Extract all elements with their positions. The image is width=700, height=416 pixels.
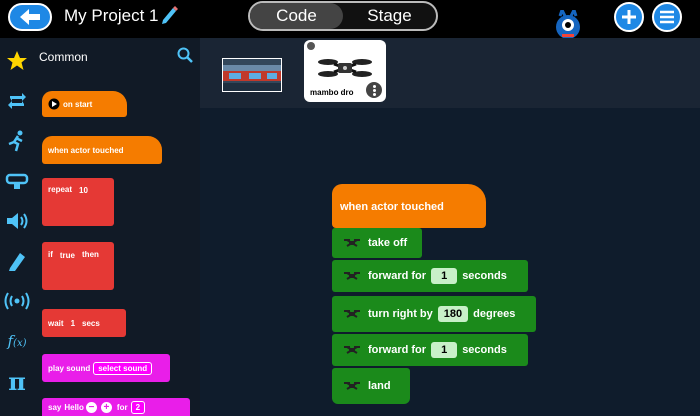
block-label: wait [48,318,64,328]
palette-header: Common [34,44,200,70]
play-icon [48,98,60,110]
turn-degrees-input[interactable]: 180 [437,306,469,322]
block-when-actor-touched[interactable]: when actor touched [42,136,162,164]
actor-card-drone[interactable]: mambo dro [304,40,386,102]
block-play-sound[interactable]: play sound select sound [42,354,170,382]
search-icon[interactable] [177,47,193,63]
block-land[interactable]: land [332,368,410,404]
drone-icon [344,346,360,354]
code-stage-switch: Code Stage [248,1,438,31]
actor-name: mambo dro [310,88,354,97]
category-strip: f(x) π [0,38,34,416]
drone-icon [344,239,360,247]
repeat-count[interactable]: 10 [75,185,92,196]
block-label: forward for [368,344,427,356]
menu-icon [660,10,674,24]
pen-icon [9,253,25,271]
block-label: land [368,380,391,392]
back-button[interactable] [8,3,52,31]
if-condition[interactable]: true [55,250,80,261]
star-icon [7,51,27,70]
block-label: for [116,402,128,412]
say-text[interactable]: Hello [64,403,84,412]
pencil-icon[interactable] [160,5,178,25]
drone-icon [344,272,360,280]
more-button[interactable] [366,82,382,98]
speaker-icon [7,213,28,229]
block-label: degrees [473,308,516,320]
category-math[interactable]: π [4,366,30,396]
background-thumbnail[interactable] [222,58,282,92]
tab-stage[interactable]: Stage [343,3,436,29]
block-repeat[interactable]: repeat 10 [42,178,114,226]
script-hat-when-actor-touched[interactable]: when actor touched [332,184,486,228]
say-duration[interactable]: 2 [130,400,146,414]
minus-icon[interactable]: − [85,401,97,413]
add-button[interactable] [614,2,644,32]
runner-icon [8,130,23,152]
category-events[interactable] [4,288,30,314]
block-say[interactable]: say Hello − + for 2 [42,398,190,416]
block-label: play sound [48,363,91,373]
background-image [223,59,281,91]
category-control[interactable] [4,88,30,114]
plus-icon [622,10,636,24]
top-bar: My Project 1 Code Stage [0,0,700,40]
block-label: when actor touched [48,145,124,155]
category-motion[interactable] [4,128,30,154]
drone-icon [344,310,360,318]
block-on-start[interactable]: on start [42,91,127,117]
category-functions[interactable]: f(x) [4,328,30,354]
project-title[interactable]: My Project 1 [64,5,158,27]
sound-select[interactable]: select sound [93,361,153,375]
drone-icon [344,382,360,390]
block-forward-for[interactable]: forward for 1 seconds [332,334,528,366]
loop-icon [8,93,26,109]
block-label: forward for [368,270,427,282]
mascot-icon[interactable] [552,10,584,40]
block-wait[interactable]: wait 1 secs [42,309,126,337]
category-sound[interactable] [4,208,30,234]
tab-code[interactable]: Code [250,3,343,29]
pi-icon: π [8,366,26,396]
category-looks[interactable] [4,168,30,194]
block-label: then [82,250,99,259]
block-label: when actor touched [340,201,444,213]
block-forward-for[interactable]: forward for 1 seconds [332,260,528,292]
block-label: seconds [462,270,507,282]
block-label: seconds [462,344,507,356]
block-if-then[interactable]: if true then [42,242,114,290]
category-pen[interactable] [4,248,30,274]
block-take-off[interactable]: take off [332,228,422,258]
broadcast-icon [4,292,30,310]
function-icon: f(x) [7,332,27,350]
category-common[interactable] [4,48,30,74]
block-label: if [48,250,53,259]
block-label: on start [63,99,93,109]
palette-category-title: Common [39,50,88,64]
forward-seconds-input[interactable]: 1 [431,342,458,358]
block-label: say [48,402,62,412]
back-arrow-icon [20,9,40,25]
wait-value[interactable]: 1 [66,317,80,329]
looks-icon [5,173,29,189]
plus-icon[interactable]: + [100,401,112,413]
block-label: secs [82,318,100,328]
block-turn-right-by[interactable]: turn right by 180 degrees [332,296,536,332]
block-label: turn right by [368,308,433,320]
block-label: repeat [48,185,73,194]
more-icon [372,88,376,92]
block-label: take off [368,237,408,249]
menu-button[interactable] [652,2,682,32]
forward-seconds-input[interactable]: 1 [431,268,458,284]
drone-icon [307,42,372,77]
